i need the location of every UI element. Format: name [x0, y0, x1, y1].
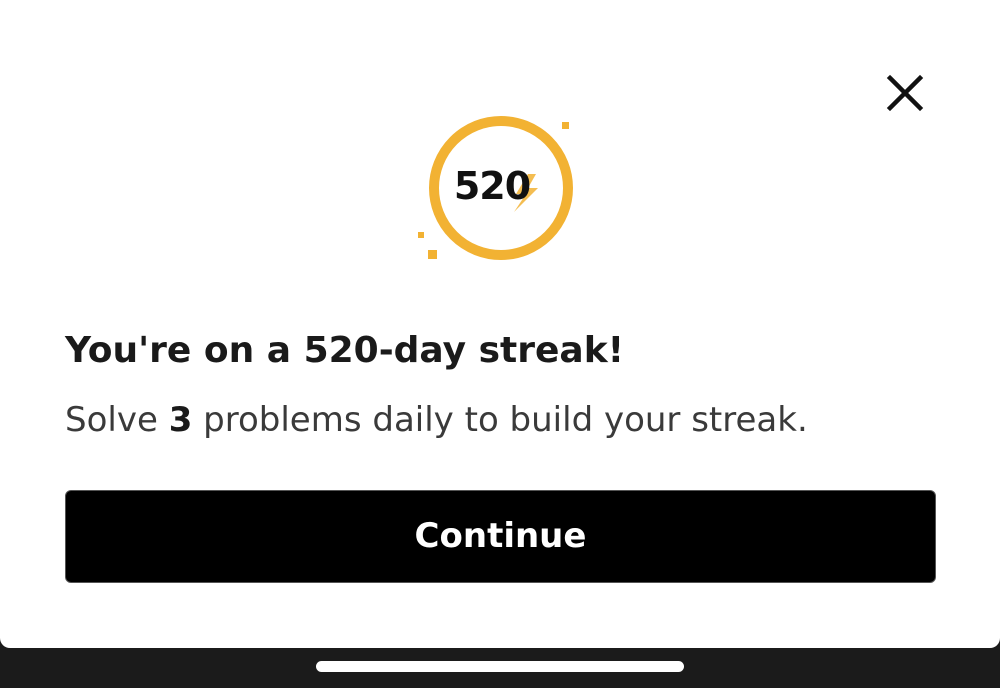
streak-subtitle: Solve 3 problems daily to build your str… — [65, 400, 945, 440]
close-button[interactable] — [880, 68, 930, 118]
home-indicator[interactable] — [316, 661, 684, 672]
streak-count: 520 — [453, 164, 531, 208]
subtitle-prefix: Solve — [65, 400, 169, 440]
subtitle-count: 3 — [168, 400, 193, 440]
close-icon — [886, 74, 924, 112]
subtitle-suffix: problems daily to build your streak. — [192, 400, 808, 440]
streak-title: You're on a 520-day streak! — [65, 330, 625, 371]
streak-badge: 520 — [410, 112, 590, 272]
continue-button[interactable]: Continue — [65, 490, 936, 583]
streak-dialog: 520 You're on a 520-day streak! Solve 3 … — [0, 0, 1000, 648]
